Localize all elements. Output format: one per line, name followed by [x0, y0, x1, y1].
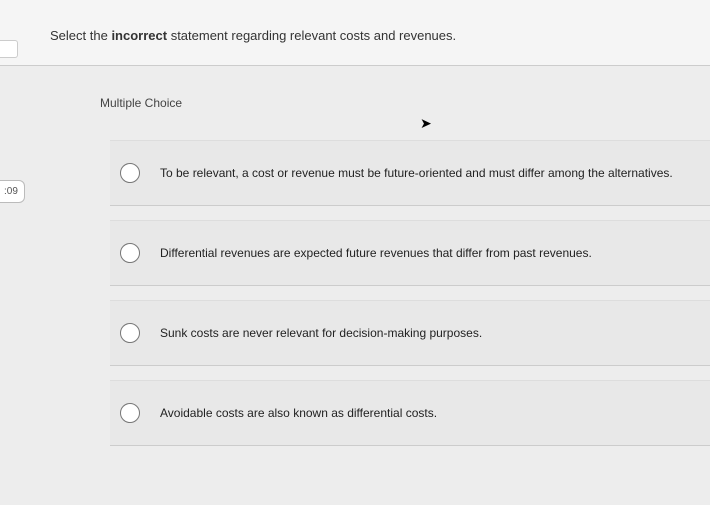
- content-area: Multiple Choice To be relevant, a cost o…: [0, 66, 710, 446]
- question-suffix: statement regarding relevant costs and r…: [167, 28, 456, 43]
- quiz-page: Select the incorrect statement regarding…: [0, 0, 710, 505]
- option-text: Differential revenues are expected futur…: [160, 245, 592, 262]
- radio-icon[interactable]: [120, 163, 140, 183]
- options-list: To be relevant, a cost or revenue must b…: [50, 140, 710, 446]
- option-text: To be relevant, a cost or revenue must b…: [160, 165, 673, 182]
- timer-tab: :09: [0, 180, 25, 203]
- left-tab-marker: [0, 40, 18, 58]
- radio-icon[interactable]: [120, 403, 140, 423]
- radio-icon[interactable]: [120, 243, 140, 263]
- option-row-1[interactable]: To be relevant, a cost or revenue must b…: [110, 140, 710, 206]
- option-row-3[interactable]: Sunk costs are never relevant for decisi…: [110, 300, 710, 366]
- option-text: Avoidable costs are also known as differ…: [160, 405, 437, 422]
- timer-value: :09: [4, 186, 18, 197]
- radio-icon[interactable]: [120, 323, 140, 343]
- option-text: Sunk costs are never relevant for decisi…: [160, 325, 482, 342]
- option-row-4[interactable]: Avoidable costs are also known as differ…: [110, 380, 710, 446]
- question-prefix: Select the: [50, 28, 111, 43]
- option-row-2[interactable]: Differential revenues are expected futur…: [110, 220, 710, 286]
- section-label: Multiple Choice: [50, 96, 710, 110]
- question-bold: incorrect: [111, 28, 167, 43]
- question-prompt: Select the incorrect statement regarding…: [0, 0, 710, 66]
